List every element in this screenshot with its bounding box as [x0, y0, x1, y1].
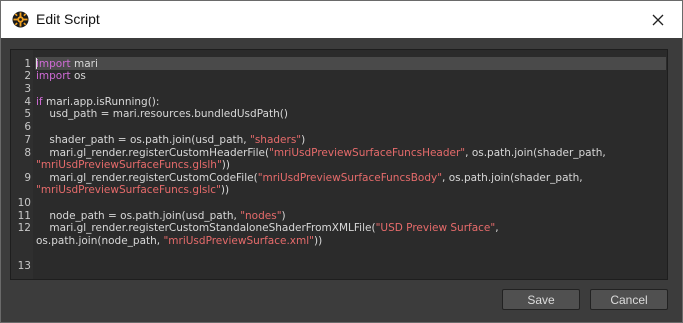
- save-button[interactable]: Save: [502, 289, 580, 310]
- code-token: shader_path = os.path.join(usd_path,: [36, 134, 250, 146]
- line-number: 13: [17, 260, 31, 272]
- line-number: 12: [17, 222, 31, 234]
- line-number: 10: [17, 197, 31, 209]
- dialog-title: Edit Script: [36, 11, 100, 27]
- string-token: "mriUsdPreviewSurfaceFuncsHeader": [269, 147, 466, 159]
- code-token: ,: [495, 222, 499, 234]
- code-token: os: [70, 70, 86, 82]
- code-token: mari.gl_render.registerCustomStandaloneS…: [36, 222, 376, 234]
- line-text: os.path.join(node_path, "mriUsdPreviewSu…: [36, 235, 322, 247]
- close-button[interactable]: [640, 5, 676, 35]
- line-number: 7: [24, 134, 31, 146]
- code-token: , os.path.join(shader_path,: [442, 172, 583, 184]
- line-text: shader_path = os.path.join(usd_path, "sh…: [36, 134, 305, 146]
- line-number: 2: [24, 70, 31, 82]
- code-token: , os.path.join(shader_path,: [465, 147, 606, 159]
- title-bar: Edit Script: [1, 1, 682, 38]
- string-token: "nodes": [240, 210, 282, 222]
- code-token: mari.gl_render.registerCustomCodeFile(: [36, 172, 258, 184]
- keyword-token: if: [36, 96, 43, 108]
- code-token: )): [313, 235, 323, 247]
- string-token: "USD Preview Surface": [375, 222, 496, 234]
- line-text: mari.gl_render.registerCustomHeaderFile(…: [36, 147, 606, 159]
- line-number: 3: [24, 83, 31, 95]
- line-number: 4: [24, 96, 31, 108]
- script-editor[interactable]: 1 import mari 2 import os 3 4 if mari.app.isRu…: [10, 49, 668, 280]
- line-number: 1: [24, 58, 31, 70]
- line-text: if mari.app.isRunning():: [36, 96, 159, 108]
- code-token: os.path.join(node_path,: [36, 235, 164, 247]
- current-line-highlight: [35, 57, 666, 70]
- line-text: "mriUsdPreviewSurfaceFuncs.glslc")): [36, 184, 229, 196]
- line-text: mari.gl_render.registerCustomCodeFile("m…: [36, 172, 583, 184]
- keyword-token: import: [36, 58, 71, 70]
- close-icon: [652, 14, 664, 26]
- code-token: ): [301, 134, 306, 146]
- code-token: usd_path = mari.resources.bundledUsdPath…: [36, 108, 288, 120]
- line-number: 8: [24, 147, 31, 159]
- code-token: ): [281, 210, 286, 222]
- line-text: usd_path = mari.resources.bundledUsdPath…: [36, 108, 288, 120]
- string-token: "mriUsdPreviewSurface.xml": [163, 235, 314, 247]
- code-token: mari.gl_render.registerCustomHeaderFile(: [36, 147, 270, 159]
- text-cursor: [36, 58, 37, 69]
- line-number: 5: [24, 108, 31, 120]
- line-text: node_path = os.path.join(usd_path, "node…: [36, 210, 286, 222]
- line-text: import mari: [36, 58, 98, 70]
- string-token: "mriUsdPreviewSurfaceFuncsBody": [257, 172, 443, 184]
- line-number: 11: [17, 210, 31, 222]
- line-text: "mriUsdPreviewSurfaceFuncs.glslh")): [36, 159, 230, 171]
- line-text: import os: [36, 70, 86, 82]
- line-text: mari.gl_render.registerCustomStandaloneS…: [36, 222, 499, 234]
- keyword-token: import: [36, 70, 71, 82]
- line-number: 6: [24, 121, 31, 133]
- code-token: )): [221, 159, 230, 171]
- code-token: mari.app.isRunning():: [42, 96, 160, 108]
- string-token: "mriUsdPreviewSurfaceFuncs.glslh": [36, 159, 222, 171]
- string-token: "shaders": [249, 134, 302, 146]
- cancel-button[interactable]: Cancel: [590, 289, 668, 310]
- code-token: )): [220, 184, 230, 196]
- line-number: 9: [24, 172, 31, 184]
- code-token: node_path = os.path.join(usd_path,: [36, 210, 241, 222]
- string-token: "mriUsdPreviewSurfaceFuncs.glslc": [36, 184, 221, 196]
- edit-script-dialog: Edit Script 1 import mari 2 import os 3 4 if m…: [0, 0, 683, 323]
- mari-app-icon: [12, 11, 29, 28]
- code-token: mari: [70, 58, 98, 70]
